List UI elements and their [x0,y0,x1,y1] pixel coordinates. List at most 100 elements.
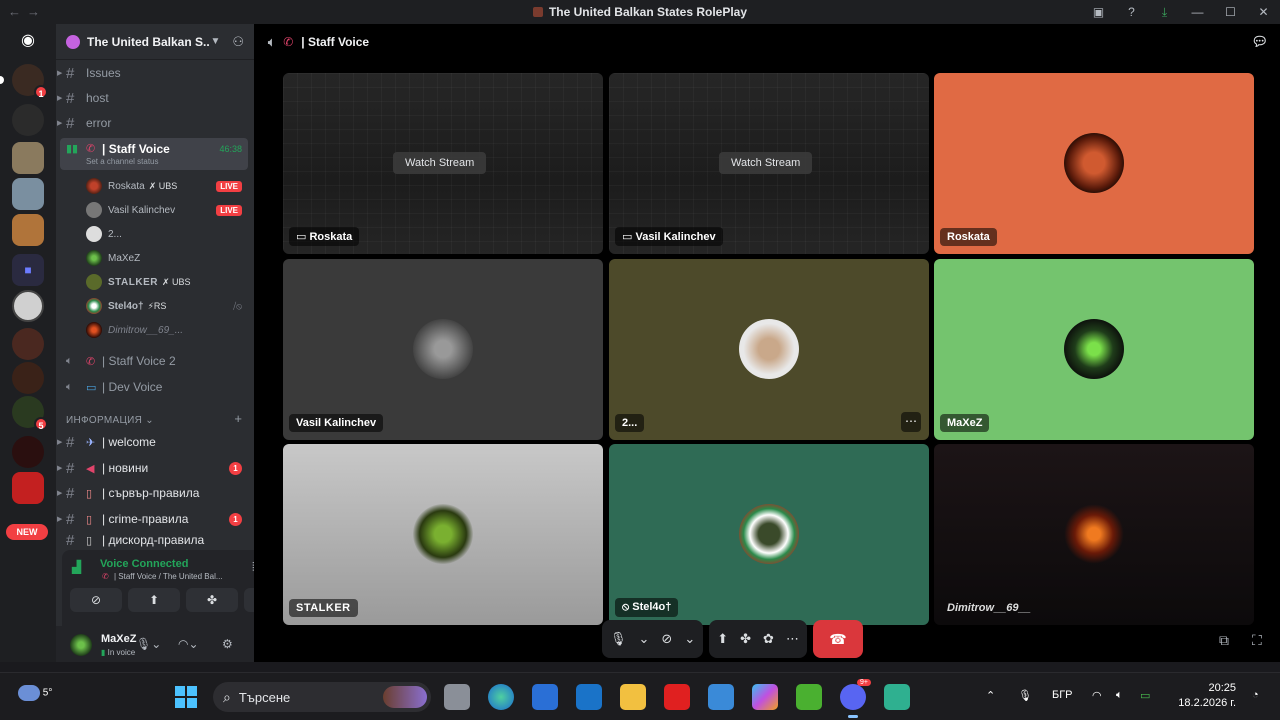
channel-staff-voice[interactable]: ▮▮ ✆ | Staff Voice 46:38 Set a channel s… [60,138,248,170]
inbox-icon[interactable]: ▣ [1082,0,1115,24]
server-icon[interactable] [12,178,44,210]
participant-tile[interactable]: Vasil Kalinchev [283,259,603,440]
more-options-icon[interactable]: ⋯ [901,412,921,432]
invite-people-icon[interactable]: ⚇ [232,34,244,50]
maximize-button[interactable]: ☐ [1214,0,1247,24]
stream-tile[interactable]: Watch Stream ▭ Vasil Kalinchev [609,73,929,254]
microphone-icon[interactable]: 🎙︎ [610,631,627,647]
voice-user[interactable]: 2... [86,223,246,245]
camera-off-button[interactable]: ⊘ [70,588,122,612]
voice-user[interactable]: Dimitrow__69_... [86,319,246,341]
minimize-button[interactable]: — [1181,0,1214,24]
more-options-icon[interactable]: ⋯ [786,631,799,647]
channel-dev-voice[interactable]: 🔈︎ ▭ | Dev Voice [60,375,248,399]
activities-icon[interactable]: ✤ [740,631,751,647]
stream-tile[interactable]: Watch Stream ▭ Roskata [283,73,603,254]
server-icon[interactable] [12,436,44,468]
activities-button[interactable]: ✤ [186,588,238,612]
server-icon[interactable] [12,328,44,360]
avatar[interactable] [70,634,92,656]
soundboard-icon[interactable]: ✿ [763,631,774,647]
server-header[interactable]: The United Balkan S... ▼ ⚇ [56,24,254,60]
language-indicator[interactable]: БГР [1052,689,1073,701]
voice-user[interactable]: Roskata ✗ UBS LIVE [86,175,246,197]
battery-icon[interactable]: ▭ [1140,689,1150,702]
taskbar-search[interactable]: ⌕ Търсене [213,682,431,712]
watch-stream-button[interactable]: Watch Stream [719,152,813,174]
app-icon[interactable] [884,684,910,710]
microphone-icon[interactable]: 🎙︎⌄ [136,637,161,651]
camera-off-icon[interactable]: ⊘ [661,631,672,647]
participant-tile[interactable]: MaXeZ [934,259,1254,440]
disconnect-button[interactable]: ☎ [812,620,863,658]
channel-welcome[interactable]: ▶ # ✈ | welcome [57,430,248,454]
channel-server-rules[interactable]: ▶ # ▯ | сървър-правила [57,481,248,505]
voice-user[interactable]: MaXeZ [86,247,246,269]
server-icon[interactable] [12,104,44,136]
download-icon[interactable]: ⤓ [1148,0,1181,24]
wifi-icon[interactable]: ◠ [1092,689,1102,702]
voice-user[interactable]: STALKER ✗ UBS [86,271,246,293]
server-icon[interactable] [12,362,44,394]
microphone-icon[interactable]: 🎙︎ [1018,689,1032,702]
file-explorer-icon[interactable] [620,684,646,710]
youtube-icon[interactable] [664,684,690,710]
discord-home-icon[interactable]: ◉ [13,30,43,52]
minecraft-icon[interactable] [796,684,822,710]
fullscreen-icon[interactable]: ⛶ [1252,632,1262,649]
voice-user[interactable]: Vasil Kalinchev LIVE [86,199,246,221]
add-channel-button[interactable]: + [234,411,242,426]
clock[interactable]: 20:25 18.2.2026 г. [1178,681,1236,711]
server-icon[interactable]: 5 [12,396,48,431]
avatar [86,250,102,266]
screen-share-button[interactable]: ⬆ [128,588,180,612]
photos-icon[interactable] [708,684,734,710]
help-icon[interactable]: ? [1115,0,1148,24]
channel-issues[interactable]: ▶ # Issues [57,61,248,85]
channel-error[interactable]: ▶ # error [57,111,248,135]
participant-tile[interactable]: ⦸ Stel4o† [609,444,929,625]
watch-stream-button[interactable]: Watch Stream [393,152,487,174]
server-icon[interactable] [12,214,44,246]
participant-tile[interactable]: STALKER [283,444,603,625]
outlook-icon[interactable] [576,684,602,710]
notifications-icon[interactable]: ◔ [1252,689,1259,701]
chevron-down-icon[interactable]: ⌄ [639,631,650,647]
server-icon[interactable]: 1 [12,64,48,99]
headphones-icon[interactable]: ◠⌄ [178,637,199,651]
edge-icon[interactable] [488,684,514,710]
task-view-icon[interactable] [444,684,470,710]
screen-share-icon[interactable]: ⬆ [717,631,728,647]
server-icon[interactable] [12,472,44,504]
weather-widget[interactable]: 5° [18,685,52,701]
phone-icon: ✆ [86,355,96,368]
channel-crime-rules[interactable]: ▶ # ▯ | crime-правила 1 [57,507,248,531]
copilot-icon[interactable] [752,684,778,710]
server-icon[interactable] [12,142,44,174]
store-icon[interactable] [532,684,558,710]
folder-icon[interactable]: ■ [12,254,44,286]
voice-channel-link[interactable]: | Staff Voice / The United Bal... [114,572,223,581]
discord-icon[interactable]: 9+ [840,679,871,718]
participant-tile[interactable]: 2... ⋯ [609,259,929,440]
close-button[interactable]: ✕ [1247,0,1280,24]
category-header[interactable]: ИНФОРМАЦИЯ ⌄ [66,415,154,426]
channel-status-input[interactable]: Set a channel status [86,157,159,166]
voice-user[interactable]: Stel4o† ⚡RS ⧸⦸ [86,295,246,317]
category-label: ИНФОРМАЦИЯ [66,415,143,426]
channel-news[interactable]: ▶ # ◀ | новини 1 [57,456,248,480]
chevron-up-icon[interactable]: ⌃ [986,689,995,702]
participant-tile[interactable]: Roskata [934,73,1254,254]
chat-bubble-icon[interactable]: 💬︎ [1251,34,1268,50]
soundboard-button[interactable]: ✿ [244,588,254,612]
start-button[interactable] [175,686,197,708]
volume-icon[interactable]: 🔈︎ [1116,689,1123,702]
pop-out-icon[interactable]: ⧉ [1219,632,1229,649]
participant-tile[interactable]: Dimitrow__69__ [934,444,1254,625]
gear-icon[interactable]: ⚙ [222,637,233,651]
chevron-down-icon[interactable]: ⌄ [684,631,695,647]
channel-host[interactable]: ▶ # host [57,86,248,110]
channel-discord-rules[interactable]: # ▯ | дискорд-правила [60,533,248,547]
channel-staff-voice-2[interactable]: 🔈︎ ✆ | Staff Voice 2 [60,349,248,373]
server-icon[interactable] [12,290,44,322]
